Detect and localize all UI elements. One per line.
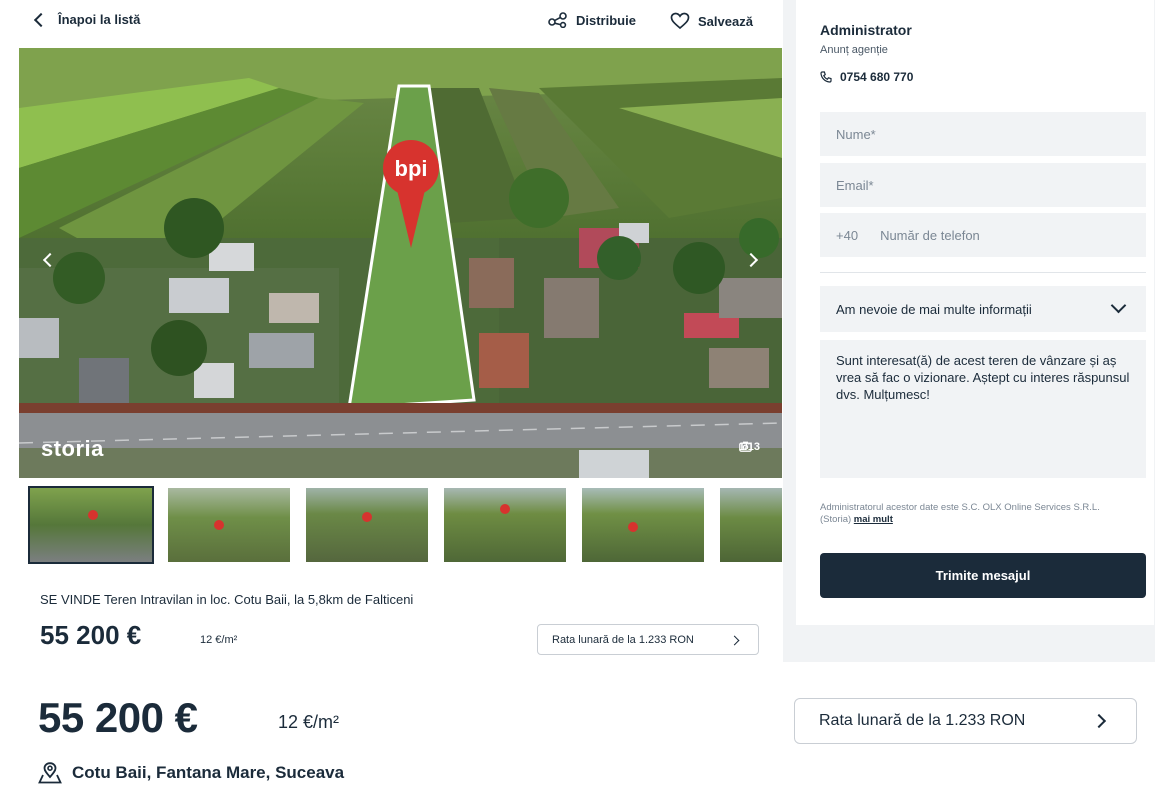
- phone-country-prefix: +40: [836, 227, 859, 243]
- save-favorite-button[interactable]: Salvează: [670, 12, 753, 30]
- price-per-sqm-large: 12 €/m²: [278, 712, 340, 732]
- email-placeholder: Email*: [836, 177, 874, 193]
- photo-counter: 1/13: [739, 441, 760, 453]
- share-label: Distribuie: [576, 12, 636, 28]
- info-request-select[interactable]: Am nevoie de mai multe informații: [820, 286, 1146, 332]
- listing-topbar: Înapoi la listă Distribuie Salvează: [10, 0, 788, 48]
- thumbnail-1[interactable]: [28, 486, 154, 564]
- chevron-right-icon: [729, 635, 740, 646]
- main-photo[interactable]: bpi storia 1/13: [19, 48, 782, 478]
- disclaimer-more-link[interactable]: mai mult: [854, 514, 893, 525]
- thumbnail-4[interactable]: [442, 486, 568, 564]
- svg-text:bpi: bpi: [395, 156, 428, 181]
- send-message-label: Trimite mesajul: [935, 568, 1031, 583]
- chevron-right-icon: [1091, 713, 1107, 729]
- map-pin-icon: [38, 762, 62, 784]
- advertiser-phone-number: 0754 680 770: [840, 70, 914, 84]
- monthly-rate-label-large: Rata lunară de la 1.233 RON: [819, 712, 1026, 729]
- form-divider: [820, 272, 1146, 273]
- message-textarea[interactable]: Sunt interesat(ă) de acest teren de vânz…: [820, 340, 1146, 478]
- thumbnail-2[interactable]: [166, 486, 292, 564]
- advertiser-phone[interactable]: 0754 680 770: [820, 70, 913, 84]
- chevron-down-icon: [1110, 297, 1127, 314]
- location-label: Cotu Baii, Fantana Mare, Suceava: [72, 763, 345, 782]
- listing-main-column: Înapoi la listă Distribuie Salvează bpi …: [10, 0, 788, 662]
- phone-placeholder: Număr de telefon: [880, 227, 980, 243]
- thumbnail-3[interactable]: [304, 486, 430, 564]
- message-text: Sunt interesat(ă) de acest teren de vânz…: [836, 353, 1130, 402]
- info-request-value: Am nevoie de mai multe informații: [836, 301, 1032, 317]
- price-per-sqm-summary: 12 €/m²: [200, 634, 238, 646]
- storia-watermark: storia: [41, 436, 104, 461]
- name-placeholder: Nume*: [836, 126, 876, 142]
- share-icon: [548, 12, 567, 28]
- heart-icon: [670, 12, 690, 30]
- thumbnail-strip: [28, 486, 782, 566]
- monthly-rate-label: Rata lunară de la 1.233 RON: [552, 633, 694, 646]
- aerial-land-photo: bpi: [19, 48, 782, 478]
- advertiser-type: Anunț agenție: [820, 44, 888, 56]
- price-summary: 55 200 €: [40, 620, 142, 650]
- data-controller-disclaimer: Administratorul acestor date este S.C. O…: [820, 502, 1130, 526]
- contact-panel: Administrator Anunț agenție 0754 680 770…: [796, 0, 1154, 625]
- save-label: Salvează: [698, 13, 753, 29]
- phone-field[interactable]: +40 Număr de telefon: [820, 213, 1146, 257]
- listing-location[interactable]: Cotu Baii, Fantana Mare, Suceava: [38, 762, 344, 784]
- listing-title: SE VINDE Teren Intravilan in loc. Cotu B…: [40, 592, 414, 607]
- back-to-list-label: Înapoi la listă: [58, 12, 141, 27]
- monthly-rate-button-small[interactable]: Rata lunară de la 1.233 RON: [537, 624, 759, 655]
- phone-icon: [820, 71, 832, 83]
- send-message-button[interactable]: Trimite mesajul: [820, 553, 1146, 598]
- chevron-left-icon: [33, 12, 49, 27]
- advertiser-name: Administrator: [820, 22, 912, 38]
- price-large: 55 200 €: [38, 694, 198, 741]
- camera-icon: [738, 441, 752, 452]
- monthly-rate-button-large[interactable]: Rata lunară de la 1.233 RON: [794, 698, 1137, 744]
- share-button[interactable]: Distribuie: [548, 12, 636, 28]
- back-to-list-link[interactable]: Înapoi la listă: [33, 12, 141, 27]
- name-field[interactable]: Nume*: [820, 112, 1146, 156]
- email-field[interactable]: Email*: [820, 163, 1146, 207]
- thumbnail-5[interactable]: [580, 486, 706, 564]
- thumbnail-6[interactable]: [718, 486, 782, 564]
